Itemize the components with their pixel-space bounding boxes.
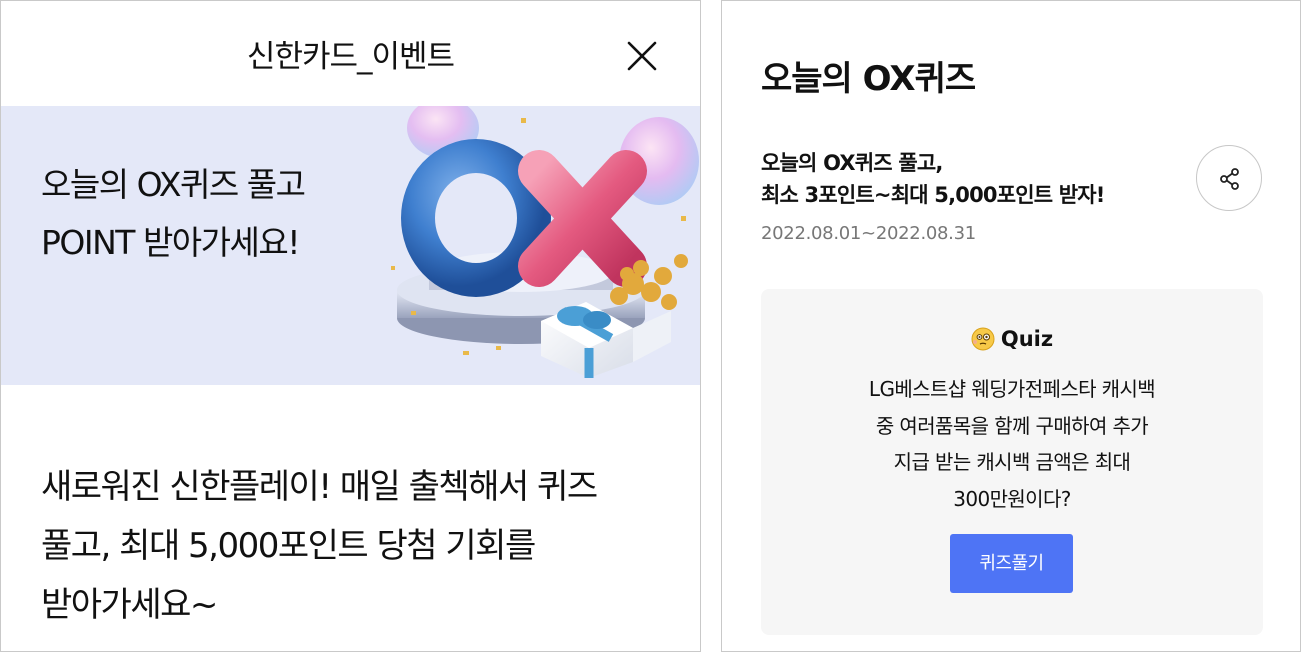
event-panel: 신한카드_이벤트 오늘의 OX퀴즈 풀고 POINT 받아가세요! 새로워진 신… [0, 0, 701, 652]
event-date-range: 2022.08.01~2022.08.31 [761, 223, 976, 244]
description-line: 풀고, 최대 5,000포인트 당첨 기회를 [41, 526, 536, 566]
quiz-panel: 오늘의 OX퀴즈 오늘의 OX퀴즈 풀고, 최소 3포인트~최대 5,000포인… [721, 0, 1301, 652]
quiz-headline: 오늘의 OX퀴즈 풀고, 최소 3포인트~최대 5,000포인트 받자! [761, 147, 1105, 211]
question-line: 지급 받는 캐시백 금액은 최대 [893, 450, 1131, 474]
question-line: 300만원이다? [953, 486, 1071, 511]
description-line: 받아가세요~ [41, 585, 218, 625]
gift-box [541, 302, 671, 378]
banner-text: 오늘의 OX퀴즈 풀고 POINT 받아가세요! [41, 156, 306, 272]
headline-line: 오늘의 OX퀴즈 풀고, [761, 151, 943, 175]
close-icon [627, 41, 657, 71]
description-line: 새로워진 신한플레이! 매일 출첵해서 퀴즈 [41, 467, 598, 507]
quiz-question: LG베스트샵 웨딩가전페스타 캐시백 중 여러품목을 함께 구매하여 추가 지급… [761, 371, 1263, 517]
banner-line-1: 오늘의 OX퀴즈 풀고 [41, 165, 306, 204]
banner-line-2: POINT 받아가세요! [41, 223, 300, 262]
header-title: 신한카드_이벤트 [246, 39, 455, 75]
event-header: 신한카드_이벤트 [1, 1, 700, 106]
share-icon [1220, 168, 1239, 190]
quiz-card-header: Quiz [761, 327, 1263, 351]
event-description: 새로워진 신한플레이! 매일 출첵해서 퀴즈 풀고, 최대 5,000포인트 당… [41, 458, 671, 635]
letter-x-shape [518, 150, 647, 287]
event-banner: 오늘의 OX퀴즈 풀고 POINT 받아가세요! [1, 106, 700, 385]
thinking-face-icon [971, 327, 995, 351]
question-line: 중 여러품목을 함께 구매하여 추가 [875, 413, 1149, 438]
quiz-page-title: 오늘의 OX퀴즈 [761, 59, 976, 99]
question-line: LG베스트샵 웨딩가전페스타 캐시백 [868, 377, 1156, 401]
quiz-card: Quiz LG베스트샵 웨딩가전페스타 캐시백 중 여러품목을 함께 구매하여 … [761, 289, 1263, 635]
solve-quiz-button[interactable]: 퀴즈풀기 [950, 534, 1073, 593]
ox-quiz-illustration [391, 106, 699, 378]
close-button[interactable] [623, 37, 661, 75]
headline-line: 최소 3포인트~최대 5,000포인트 받자! [761, 183, 1105, 207]
quiz-label: Quiz [1000, 327, 1054, 351]
share-button[interactable] [1196, 145, 1262, 211]
